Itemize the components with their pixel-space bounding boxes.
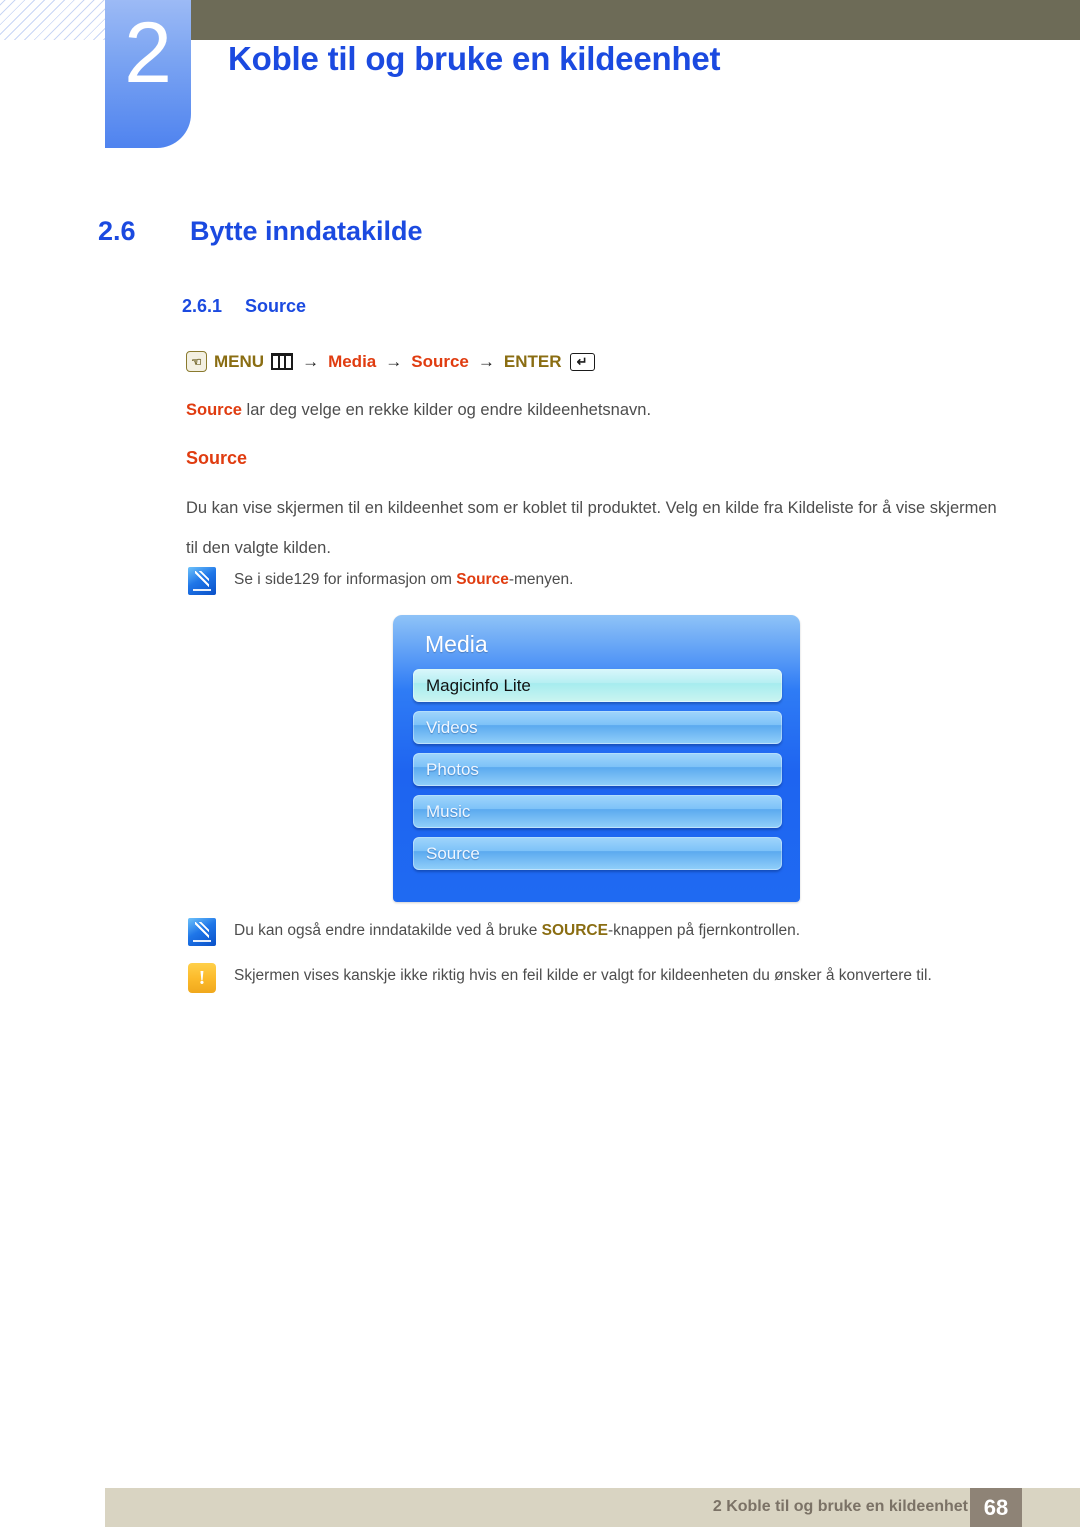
- section-heading-2-6-1: 2.6.1 Source: [182, 296, 306, 317]
- section-heading-2-6: 2.6 Bytte inndatakilde: [98, 216, 423, 247]
- section-title: Bytte inndatakilde: [190, 216, 423, 246]
- chapter-number-tab: 2: [105, 0, 191, 148]
- note-row-2: Du kan også endre inndatakilde ved å bru…: [188, 918, 800, 946]
- enter-key-icon: ↵: [569, 352, 595, 371]
- note-1-text: Se i side129 for informasjon om Source-m…: [234, 571, 574, 588]
- header-olive-bar: [190, 0, 1080, 40]
- note-row-1: Se i side129 for informasjon om Source-m…: [188, 567, 573, 595]
- osd-item-photos[interactable]: Photos: [413, 753, 782, 786]
- note-1-bold: Source: [456, 571, 509, 588]
- source-sub-heading: Source: [186, 448, 248, 468]
- note-pen-icon: [188, 567, 216, 595]
- source-description: Du kan vise skjermen til en kildeenhet s…: [186, 499, 997, 557]
- path-arrow-1: →: [302, 351, 320, 371]
- page-number-box: 68: [970, 1488, 1022, 1527]
- menu-label: MENU: [214, 351, 265, 371]
- osd-title: Media: [425, 631, 488, 657]
- media-osd-panel: Media Magicinfo Lite Videos Photos Music…: [393, 615, 800, 902]
- osd-item-videos[interactable]: Videos: [413, 711, 782, 744]
- chapter-title: Koble til og bruke en kildeenhet: [228, 40, 721, 77]
- subsection-title: Source: [245, 296, 307, 316]
- note-2-text: Du kan også endre inndatakilde ved å bru…: [234, 922, 801, 939]
- subsection-number: 2.6.1: [182, 296, 223, 316]
- hand-pointer-icon: ☜: [186, 351, 207, 372]
- osd-item-magicinfo-lite[interactable]: Magicinfo Lite: [413, 669, 782, 702]
- menu-navigation-path: ☜ MENU → Media → Source → ENTER ↵: [186, 351, 595, 372]
- hatch-decoration: [0, 0, 108, 40]
- footer-text: 2 Koble til og bruke en kildeenhet: [712, 1498, 968, 1515]
- path-arrow-2: →: [385, 351, 403, 371]
- warning-exclamation-icon: !: [188, 963, 216, 993]
- enter-label: ENTER: [503, 351, 562, 371]
- section-number: 2.6: [98, 216, 136, 246]
- intro-bold-term: Source: [186, 401, 242, 419]
- intro-paragraph: Source lar deg velge en rekke kilder og …: [186, 390, 1002, 430]
- path-arrow-3: →: [477, 351, 495, 371]
- intro-rest: lar deg velge en rekke kilder og endre k…: [241, 401, 652, 419]
- osd-item-music[interactable]: Music: [413, 795, 782, 828]
- note-row-3: ! Skjermen vises kanskje ikke riktig hvi…: [188, 963, 932, 993]
- note-2-bold: SOURCE: [541, 922, 608, 939]
- path-media-label: Media: [328, 351, 377, 371]
- chapter-number: 2: [124, 5, 172, 101]
- document-page: 2 Koble til og bruke en kildeenhet 2.6 B…: [0, 0, 1080, 1527]
- menu-bars-icon: [271, 353, 294, 370]
- path-source-label: Source: [411, 351, 469, 371]
- osd-item-source[interactable]: Source: [413, 837, 782, 870]
- note-pen-icon: [188, 918, 216, 946]
- note-3-text: Skjermen vises kanskje ikke riktig hvis …: [234, 967, 932, 984]
